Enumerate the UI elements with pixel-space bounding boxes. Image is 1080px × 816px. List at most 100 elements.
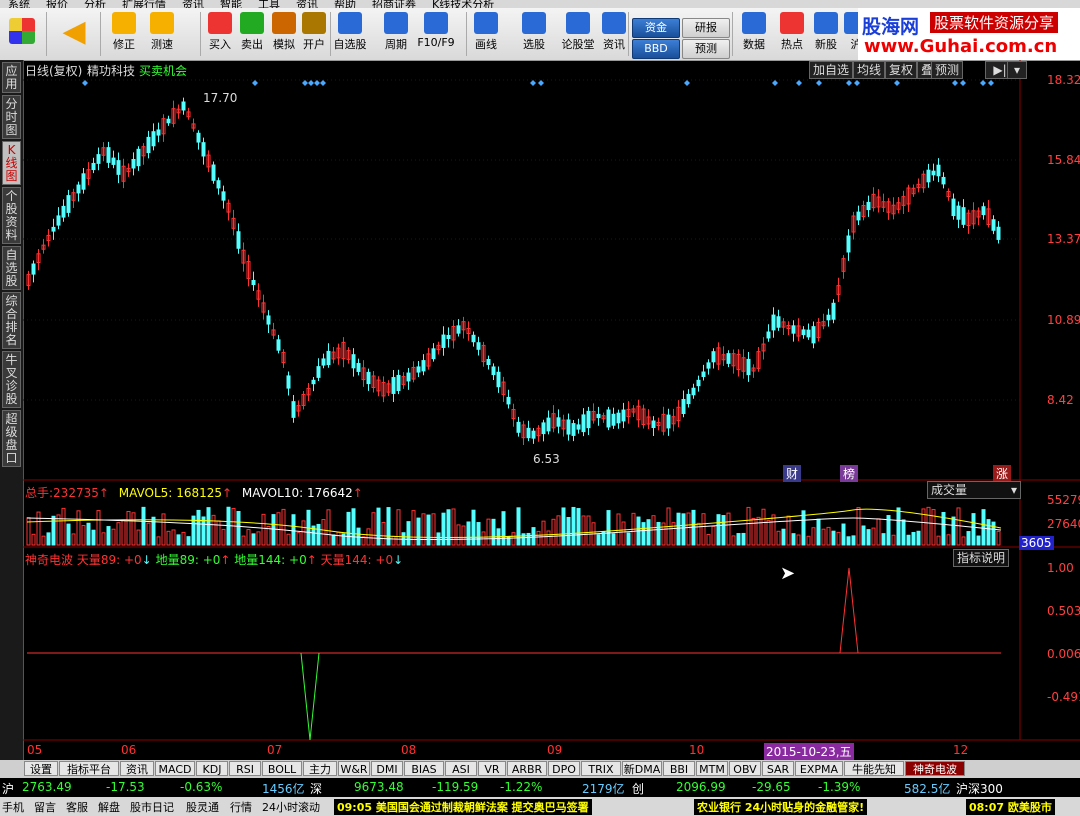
left-tab-1[interactable]: 分时图 bbox=[2, 95, 21, 139]
indicator-tab-20[interactable]: SAR bbox=[762, 761, 794, 776]
indicator-tab-17[interactable]: BBI bbox=[663, 761, 695, 776]
indicator-tab-1[interactable]: 指标平台 bbox=[59, 761, 119, 776]
status-item-4[interactable]: 股市日记 bbox=[130, 799, 174, 815]
indicator-tab-11[interactable]: ASI bbox=[445, 761, 477, 776]
news-headline-2[interactable]: 08:07 欧美股市 bbox=[966, 799, 1055, 815]
volume-bar bbox=[951, 516, 956, 546]
left-tab-6[interactable]: 牛叉诊股 bbox=[2, 351, 21, 408]
candle-body bbox=[866, 201, 871, 211]
adjust-button[interactable]: 修正 bbox=[104, 10, 144, 58]
status-item-6[interactable]: 行情 bbox=[230, 799, 252, 815]
research-pill[interactable]: 研报 bbox=[682, 18, 730, 38]
candle-body bbox=[616, 412, 621, 424]
menu-item[interactable]: 帮助 bbox=[334, 0, 356, 8]
menu-item[interactable]: 智能 bbox=[220, 0, 242, 8]
menu-item[interactable]: 工具 bbox=[258, 0, 280, 8]
fund-pill[interactable]: 资金 bbox=[632, 18, 680, 38]
ad-headline[interactable]: 农业银行 24小时贴身的金融管家! bbox=[694, 799, 868, 815]
draw-line-button[interactable]: 画线 bbox=[466, 10, 506, 58]
indicator-tab-7[interactable]: 主力 bbox=[303, 761, 337, 776]
indicator-tab-8[interactable]: W&R bbox=[338, 761, 370, 776]
forecast-pill[interactable]: 预测 bbox=[682, 39, 730, 59]
menu-item[interactable]: 扩展行情 bbox=[122, 0, 166, 8]
ranking-marker[interactable]: 榜 bbox=[840, 465, 859, 482]
indicator-tab-5[interactable]: RSI bbox=[229, 761, 261, 776]
indicator-tab-9[interactable]: DMI bbox=[371, 761, 403, 776]
menu-item[interactable]: 资讯 bbox=[296, 0, 318, 8]
volume-bar bbox=[551, 518, 556, 546]
menu-dropdown-button[interactable]: ▾ bbox=[1007, 61, 1027, 79]
sz-index: 9673.48 bbox=[354, 780, 404, 794]
indicator-tab-6[interactable]: BOLL bbox=[262, 761, 302, 776]
indicator-tab-18[interactable]: MTM bbox=[696, 761, 728, 776]
indicator-tab-3[interactable]: MACD bbox=[155, 761, 195, 776]
volume-bar bbox=[561, 507, 566, 546]
sz-amount: 2179亿 bbox=[582, 782, 625, 796]
menu-bar: 系统 报价 分析 扩展行情 资讯 智能 工具 资讯 帮助 招商证券 K线技术分析 bbox=[0, 0, 1080, 8]
volume-bar bbox=[321, 519, 326, 546]
f10-button[interactable]: F10/F9 bbox=[416, 10, 456, 58]
layout-button[interactable] bbox=[2, 10, 42, 58]
left-tab-7[interactable]: 超级盘口 bbox=[2, 410, 21, 467]
status-item-0[interactable]: 手机 bbox=[2, 799, 24, 815]
news-headline[interactable]: 09:05 美国国会通过制裁朝鲜法案 提交奥巴马签署 bbox=[334, 799, 592, 815]
menu-item[interactable]: 报价 bbox=[46, 0, 68, 8]
rise-marker[interactable]: 涨 bbox=[993, 465, 1012, 482]
indicator-tab-15[interactable]: TRIX bbox=[581, 761, 621, 776]
volume-bar bbox=[271, 514, 276, 546]
left-tab-4[interactable]: 自选股 bbox=[2, 246, 21, 290]
menu-item[interactable]: 资讯 bbox=[182, 0, 204, 8]
indicator-tab-16[interactable]: 新DMA bbox=[622, 761, 662, 776]
indicator-tab-14[interactable]: DPO bbox=[548, 761, 580, 776]
finance-marker[interactable]: 财 bbox=[783, 465, 802, 482]
volume-current-label: 3605 bbox=[1019, 536, 1054, 550]
chart-control-2[interactable]: 复权 bbox=[885, 61, 918, 79]
period-button[interactable]: 周期 bbox=[376, 10, 416, 58]
menu-item[interactable]: 系统 bbox=[8, 0, 30, 8]
back-button[interactable]: ◀ bbox=[50, 10, 98, 58]
indicator-tab-2[interactable]: 资讯 bbox=[120, 761, 154, 776]
indicator-tab-13[interactable]: ARBR bbox=[507, 761, 547, 776]
indicator-help-button[interactable]: 指标说明 bbox=[953, 549, 1010, 567]
indicator-tab-19[interactable]: OBV bbox=[729, 761, 761, 776]
volume-indicator-select[interactable]: 成交量 ▾ bbox=[927, 481, 1021, 499]
indicator-tab-0[interactable]: 设置 bbox=[24, 761, 58, 776]
signal-diamond-icon bbox=[82, 80, 88, 86]
chart-control-0[interactable]: 加自选 bbox=[809, 61, 854, 79]
data-button[interactable]: 数据 bbox=[734, 10, 774, 58]
bbd-pill[interactable]: BBD bbox=[632, 39, 680, 59]
indicator-tab-4[interactable]: KDJ bbox=[196, 761, 228, 776]
indicator-tab-12[interactable]: VR bbox=[478, 761, 506, 776]
candle-body bbox=[496, 371, 501, 388]
status-item-1[interactable]: 留言 bbox=[34, 799, 56, 815]
forum-button[interactable]: 论股堂 bbox=[558, 10, 598, 58]
watchlist-button[interactable]: 自选股 bbox=[330, 10, 370, 58]
left-tab-0[interactable]: 应用 bbox=[2, 62, 21, 93]
open-account-button[interactable]: 开户 bbox=[294, 10, 334, 58]
indicator-tab-21[interactable]: EXPMA bbox=[795, 761, 843, 776]
status-item-5[interactable]: 股灵通 bbox=[186, 799, 219, 815]
menu-item[interactable]: 招商证券 bbox=[372, 0, 416, 8]
volume-bar bbox=[916, 530, 921, 546]
indicator-tab-23[interactable]: 神奇电波 bbox=[905, 761, 965, 776]
chart-control-1[interactable]: 均线 bbox=[853, 61, 886, 79]
candle-body bbox=[56, 215, 61, 226]
expand-icon: ▶| bbox=[993, 63, 1007, 77]
indicator-tab-22[interactable]: 牛能先知 bbox=[844, 761, 904, 776]
left-tab-5[interactable]: 综合排名 bbox=[2, 292, 21, 349]
left-tab-2[interactable]: K线图 bbox=[2, 141, 21, 185]
kline-chart[interactable] bbox=[23, 60, 1080, 760]
volume-bar bbox=[236, 511, 241, 546]
status-item-3[interactable]: 解盘 bbox=[98, 799, 120, 815]
menu-item[interactable]: K线技术分析 bbox=[432, 0, 494, 8]
cy-change: -29.65 bbox=[752, 780, 791, 794]
menu-item[interactable]: 分析 bbox=[84, 0, 106, 8]
status-item-2[interactable]: 客服 bbox=[66, 799, 88, 815]
speed-test-button[interactable]: 测速 bbox=[142, 10, 182, 58]
stock-picker-button[interactable]: 选股 bbox=[514, 10, 554, 58]
candle-body bbox=[321, 358, 326, 366]
status-item-7[interactable]: 24小时滚动 bbox=[262, 799, 320, 815]
left-tab-3[interactable]: 个股资料 bbox=[2, 187, 21, 244]
chart-control-4[interactable]: 预测 bbox=[931, 61, 964, 79]
indicator-tab-10[interactable]: BIAS bbox=[404, 761, 444, 776]
